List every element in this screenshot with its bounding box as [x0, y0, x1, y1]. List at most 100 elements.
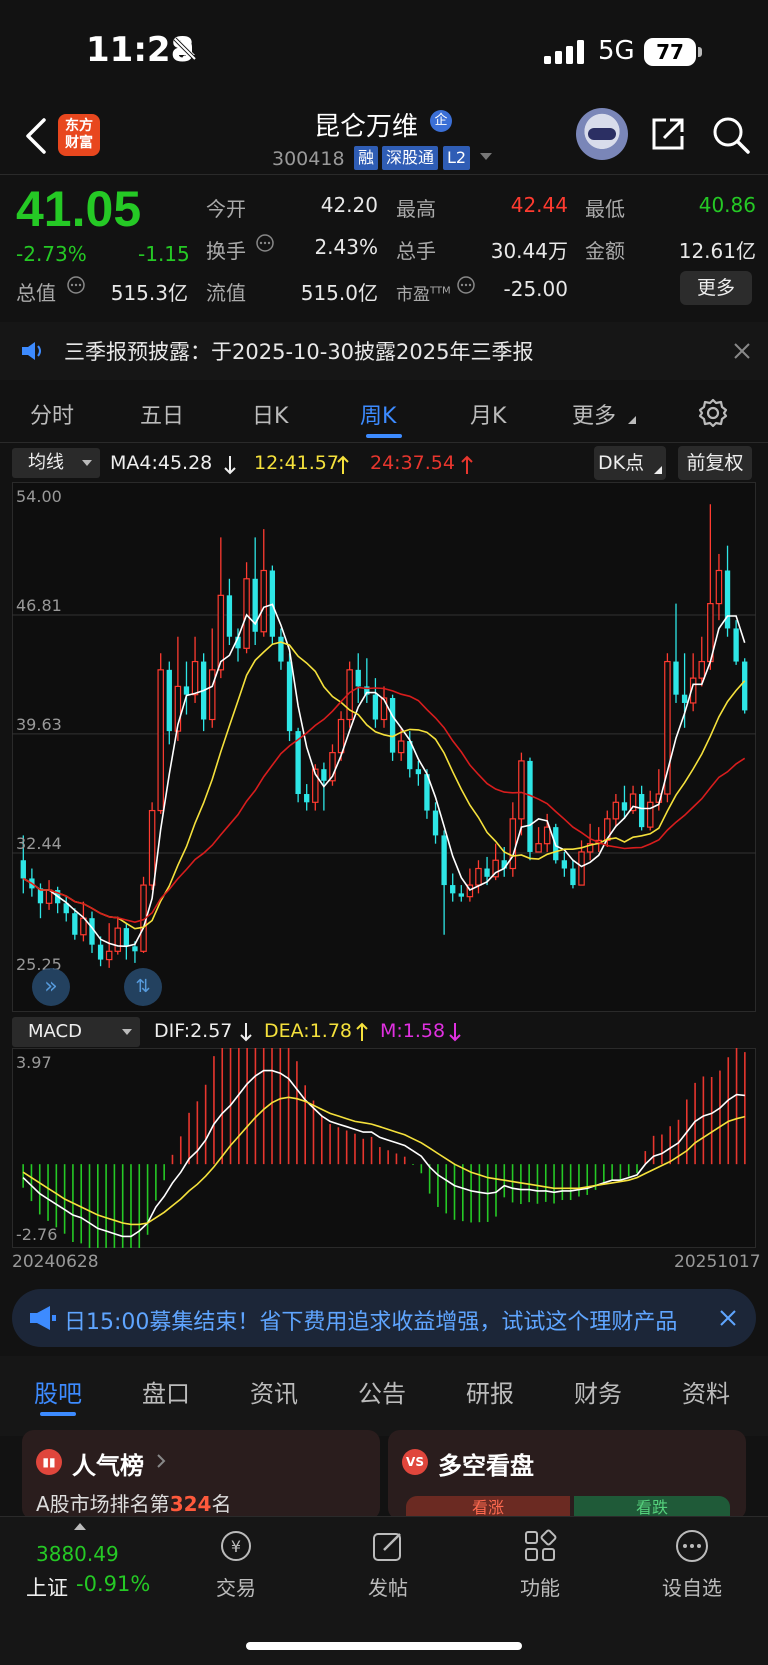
candle-body: [148, 809, 156, 886]
app-logo: 东方 财富: [58, 114, 100, 156]
candle-body: [475, 867, 482, 886]
close-icon[interactable]: [720, 1310, 736, 1326]
logo-line2: 财富: [65, 135, 93, 151]
candle-body: [432, 810, 439, 836]
candle-body: [166, 669, 172, 732]
tab-announcements[interactable]: 公告: [358, 1374, 406, 1409]
candle-body: [543, 826, 551, 845]
rank-text: A股市场排名第324名: [36, 1488, 231, 1517]
more-dots-icon[interactable]: [674, 1528, 710, 1564]
candle-body: [157, 669, 164, 812]
nav-functions[interactable]: 功能: [500, 1572, 580, 1601]
tab-more[interactable]: 更多: [572, 398, 616, 430]
dk-triangle-icon: [654, 466, 662, 474]
search-icon[interactable]: [712, 116, 750, 154]
high-value: 42.44: [510, 193, 568, 217]
share-icon[interactable]: [650, 116, 686, 152]
candle-body: [20, 860, 26, 879]
tab-intraday[interactable]: 分时: [30, 398, 74, 430]
tab-profile[interactable]: 资料: [682, 1374, 730, 1409]
expand-up-icon[interactable]: [74, 1522, 86, 1530]
nav-trade[interactable]: 交易: [196, 1572, 276, 1601]
tab-financials[interactable]: 财务: [574, 1374, 622, 1409]
active-bottom-tab-underline: [40, 1412, 76, 1416]
macd-select[interactable]: MACD: [12, 1017, 140, 1047]
candle-body: [123, 928, 130, 947]
tab-monthly-k[interactable]: 月K: [470, 398, 506, 430]
change-percent: -2.73%: [16, 242, 87, 266]
tab-guba[interactable]: 股吧: [34, 1374, 82, 1409]
home-indicator: [246, 1642, 522, 1650]
nav-watchlist[interactable]: 设自选: [652, 1572, 732, 1601]
candle-body: [621, 802, 628, 811]
up-arrow-icon: [337, 455, 349, 474]
more-quote-button[interactable]: 更多: [680, 271, 752, 305]
tab-research[interactable]: 研报: [466, 1374, 514, 1409]
svg-text:¥: ¥: [231, 1537, 241, 1556]
network-type: 5G: [598, 36, 635, 66]
tag-dropdown-icon[interactable]: [480, 153, 492, 161]
turnover-value: 2.43%: [314, 235, 378, 259]
corp-badge: 企: [430, 110, 452, 132]
macd-chart[interactable]: 3.97 -2.76: [12, 1048, 756, 1248]
tab-news[interactable]: 资讯: [250, 1374, 298, 1409]
close-icon[interactable]: [734, 343, 750, 359]
y-tick-label: 46.81: [16, 596, 62, 615]
turnover-label: 换手: [206, 239, 246, 263]
ranking-icon: ▮▮: [36, 1449, 62, 1475]
tab-five-day[interactable]: 五日: [140, 398, 184, 430]
expand-button[interactable]: »: [32, 968, 70, 1006]
stock-name: 昆仑万维: [314, 112, 419, 142]
nav-post[interactable]: 发帖: [348, 1572, 428, 1601]
candle-body: [183, 686, 190, 695]
candle-body: [646, 801, 654, 828]
pe-value: -25.00: [503, 277, 568, 301]
back-arrow-icon[interactable]: [24, 116, 48, 156]
chevron-right-icon: [157, 1454, 166, 1468]
indicator-select[interactable]: 均线: [12, 448, 100, 478]
candle-body: [561, 860, 568, 869]
info-icon[interactable]: [456, 275, 476, 295]
index-change[interactable]: -0.91%: [76, 1572, 150, 1596]
current-price: 41.05: [16, 181, 142, 237]
kline-chart[interactable]: 54.0046.8139.6332.4425.25: [12, 482, 756, 1012]
candle-body: [355, 669, 361, 687]
gear-icon[interactable]: [698, 398, 728, 428]
tag-connect: 深股通: [382, 146, 439, 170]
bearish-button[interactable]: 看跌: [574, 1496, 730, 1518]
candle-body: [243, 578, 250, 649]
header-divider: [0, 174, 768, 175]
tab-weekly-k[interactable]: 周K: [360, 398, 396, 430]
total-cap-value: 515.3亿: [110, 281, 188, 305]
info-icon[interactable]: [255, 233, 275, 253]
volume-value: 30.44万: [490, 239, 568, 263]
sort-button[interactable]: ⇅: [124, 968, 162, 1006]
logo-line1: 东方: [65, 118, 93, 134]
candle-body: [733, 628, 739, 662]
adjust-button[interactable]: 前复权: [678, 446, 752, 480]
indicator-select-label: 均线: [28, 452, 64, 473]
index-value[interactable]: 3880.49: [36, 1542, 119, 1566]
trade-icon[interactable]: ¥: [218, 1528, 254, 1564]
candle-body: [441, 835, 447, 886]
bullish-button[interactable]: 看涨: [406, 1496, 570, 1518]
info-icon[interactable]: [66, 275, 86, 295]
down-arrow-icon: [224, 456, 236, 475]
y-tick-label: 32.44: [16, 834, 62, 853]
candle-body: [673, 661, 679, 695]
candle-body: [286, 661, 293, 732]
assistant-avatar[interactable]: [576, 108, 628, 160]
high-label: 最高: [396, 197, 436, 221]
candle-body: [217, 594, 225, 671]
index-name[interactable]: 上证: [26, 1572, 68, 1602]
down-arrow-icon: [449, 1023, 461, 1042]
m-label: M:1.58: [380, 1020, 446, 1042]
tab-pankou[interactable]: 盘口: [142, 1374, 190, 1409]
compose-icon[interactable]: [370, 1528, 406, 1564]
candle-body: [304, 794, 310, 803]
notice-text: 三季报预披露：于2025-10-30披露2025年三季报: [64, 340, 534, 364]
tag-level2[interactable]: L2: [443, 146, 471, 170]
tab-daily-k[interactable]: 日K: [252, 398, 288, 430]
dk-point-button[interactable]: DK点: [594, 446, 666, 480]
function-grid-icon[interactable]: [522, 1528, 558, 1564]
